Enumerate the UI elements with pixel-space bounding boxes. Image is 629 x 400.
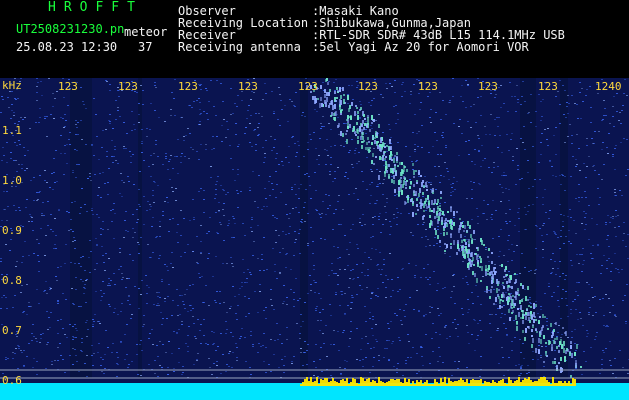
spectrogram-canvas xyxy=(0,78,629,400)
y-tick-label: 0.8 xyxy=(2,274,22,287)
file-name: UT2508231230.pn xyxy=(16,22,125,36)
x-tick-label: 123 xyxy=(178,80,198,93)
antenna-label: Receiving antenna xyxy=(178,40,301,54)
y-tick-label: 0.7 xyxy=(2,324,22,337)
y-tick-label: 1.1 xyxy=(2,124,22,137)
x-tick-label: 123 xyxy=(238,80,258,93)
count-value: 37 xyxy=(138,40,153,54)
x-tick-label: 123 xyxy=(358,80,378,93)
y-tick-label: 1.0 xyxy=(2,174,22,187)
y-tick-label: 0.6 xyxy=(2,374,22,387)
x-tick-label: 123 xyxy=(418,80,438,93)
x-tick-label: 123 xyxy=(58,80,78,93)
x-tick-label: 123 xyxy=(118,80,138,93)
antenna-value: :5el Yagi Az 20 for Aomori VOR xyxy=(312,40,529,54)
x-tick-label: 123 xyxy=(538,80,558,93)
app-title: HROFFT xyxy=(48,0,143,15)
x-tick-label: 1240 xyxy=(595,80,622,93)
meteor-label: meteor xyxy=(124,25,168,39)
header-panel: HROFFT UT2508231230.pn meteor 25.08.23 1… xyxy=(0,0,629,78)
y-axis-unit: kHz xyxy=(2,79,22,92)
y-tick-label: 0.9 xyxy=(2,224,22,237)
timestamp: 25.08.23 12:30 xyxy=(16,40,118,54)
x-tick-label: 123 xyxy=(478,80,498,93)
spectrogram-plot xyxy=(0,78,629,400)
x-tick-label: 123 xyxy=(298,80,318,93)
